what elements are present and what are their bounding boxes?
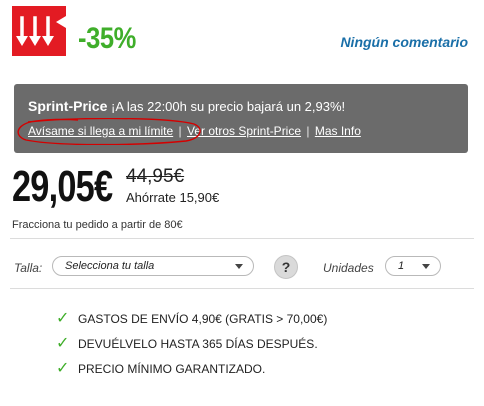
link-separator: | [306,124,310,138]
sprint-price-panel: Sprint-Price ¡A las 22:00h su precio baj… [14,84,468,153]
benefit-shipping: ✓ GASTOS DE ENVÍO 4,90€ (GRATIS > 70,00€) [56,308,327,328]
divider [10,238,474,239]
current-price: 29,05€ [12,162,113,211]
divider [10,288,474,289]
benefit-text: GASTOS DE ENVÍO 4,90€ (GRATIS > 70,00€) [78,312,328,326]
price-drop-badge [12,6,66,56]
installments-note: Fracciona tu pedido a partir de 80€ [12,219,183,231]
units-select[interactable]: 1 [385,256,441,276]
sprint-price-title: Sprint-Price [28,98,108,114]
falling-arrows-icon [12,6,66,56]
benefit-returns: ✓ DEVUÉLVELO HASTA 365 DÍAS DESPUÉS. [56,333,318,353]
sprint-price-message: ¡A las 22:00h su precio bajará un 2,93%! [110,99,346,114]
discount-percentage: -35% [78,22,136,55]
benefit-text: PRECIO MÍNIMO GARANTIZADO. [78,362,266,376]
red-hand-drawn-circle-annotation [17,118,201,145]
units-select-value: 1 [398,260,405,272]
more-info-link[interactable]: Mas Info [315,124,361,138]
chevron-down-icon [235,264,243,269]
units-label: Unidades [323,261,374,275]
chevron-down-icon [422,264,430,269]
checkmark-icon: ✓ [56,310,70,327]
benefit-price-guarantee: ✓ PRECIO MÍNIMO GARANTIZADO. [56,358,265,378]
benefit-text: DEVUÉLVELO HASTA 365 DÍAS DESPUÉS. [78,337,318,351]
other-sprint-price-link[interactable]: Ver otros Sprint-Price [187,124,301,138]
comments-link[interactable]: Ningún comentario [340,34,468,50]
original-price: 44,95€ [126,166,185,187]
size-select-value: Selecciona tu talla [65,260,155,272]
savings-amount: Ahórrate 15,90€ [126,190,220,205]
size-label: Talla: [14,261,43,275]
size-select[interactable]: Selecciona tu talla [52,256,254,276]
checkmark-icon: ✓ [56,335,70,352]
checkmark-icon: ✓ [56,360,70,377]
size-help-button[interactable]: ? [274,255,298,279]
sprint-price-message-line: Sprint-Price ¡A las 22:00h su precio baj… [28,98,345,114]
